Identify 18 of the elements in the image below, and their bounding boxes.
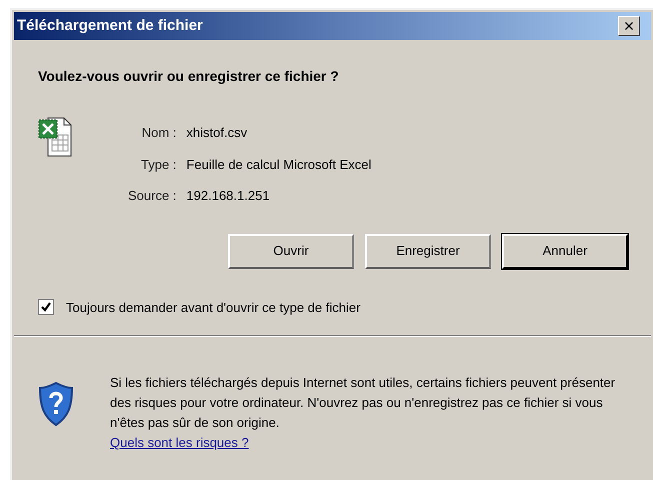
spreadsheet-file-icon	[38, 115, 72, 157]
dialog-question: Voulez-vous ouvrir ou enregistrer ce fichier ?	[38, 67, 340, 86]
dialog-button[interactable]: Annuler	[502, 234, 628, 268]
field-label: Nom :	[140, 124, 176, 142]
field-value: xhistof.csv	[186, 124, 248, 142]
field-label: Source :	[128, 187, 176, 205]
risks-link[interactable]: Quels sont les risques ?	[110, 435, 249, 450]
dialog-button[interactable]: Ouvrir	[228, 234, 354, 268]
warning-text: Si les fichiers téléchargés depuis Internet sont utiles, certains fichiers peuvent présenter des risques pour votre ordinateur. N'ouvrez pas ou n'enregistrez pas ce fichier si vous n'êtes pas sûr de son origine.	[110, 374, 616, 432]
close-button[interactable]: ×	[618, 16, 640, 36]
field-value: 192.168.1.251	[186, 187, 271, 205]
window-title: Téléchargement de fichier	[17, 16, 203, 36]
security-shield-icon	[38, 381, 74, 427]
dialog-button[interactable]: Enregistrer	[365, 234, 491, 268]
checkbox-label[interactable]: Toujours demander avant d'ouvrir ce type de fichier	[66, 298, 360, 317]
field-label: Type :	[140, 156, 176, 174]
checkbox[interactable]	[38, 299, 54, 316]
field-value: Feuille de calcul Microsoft Excel	[186, 156, 372, 174]
